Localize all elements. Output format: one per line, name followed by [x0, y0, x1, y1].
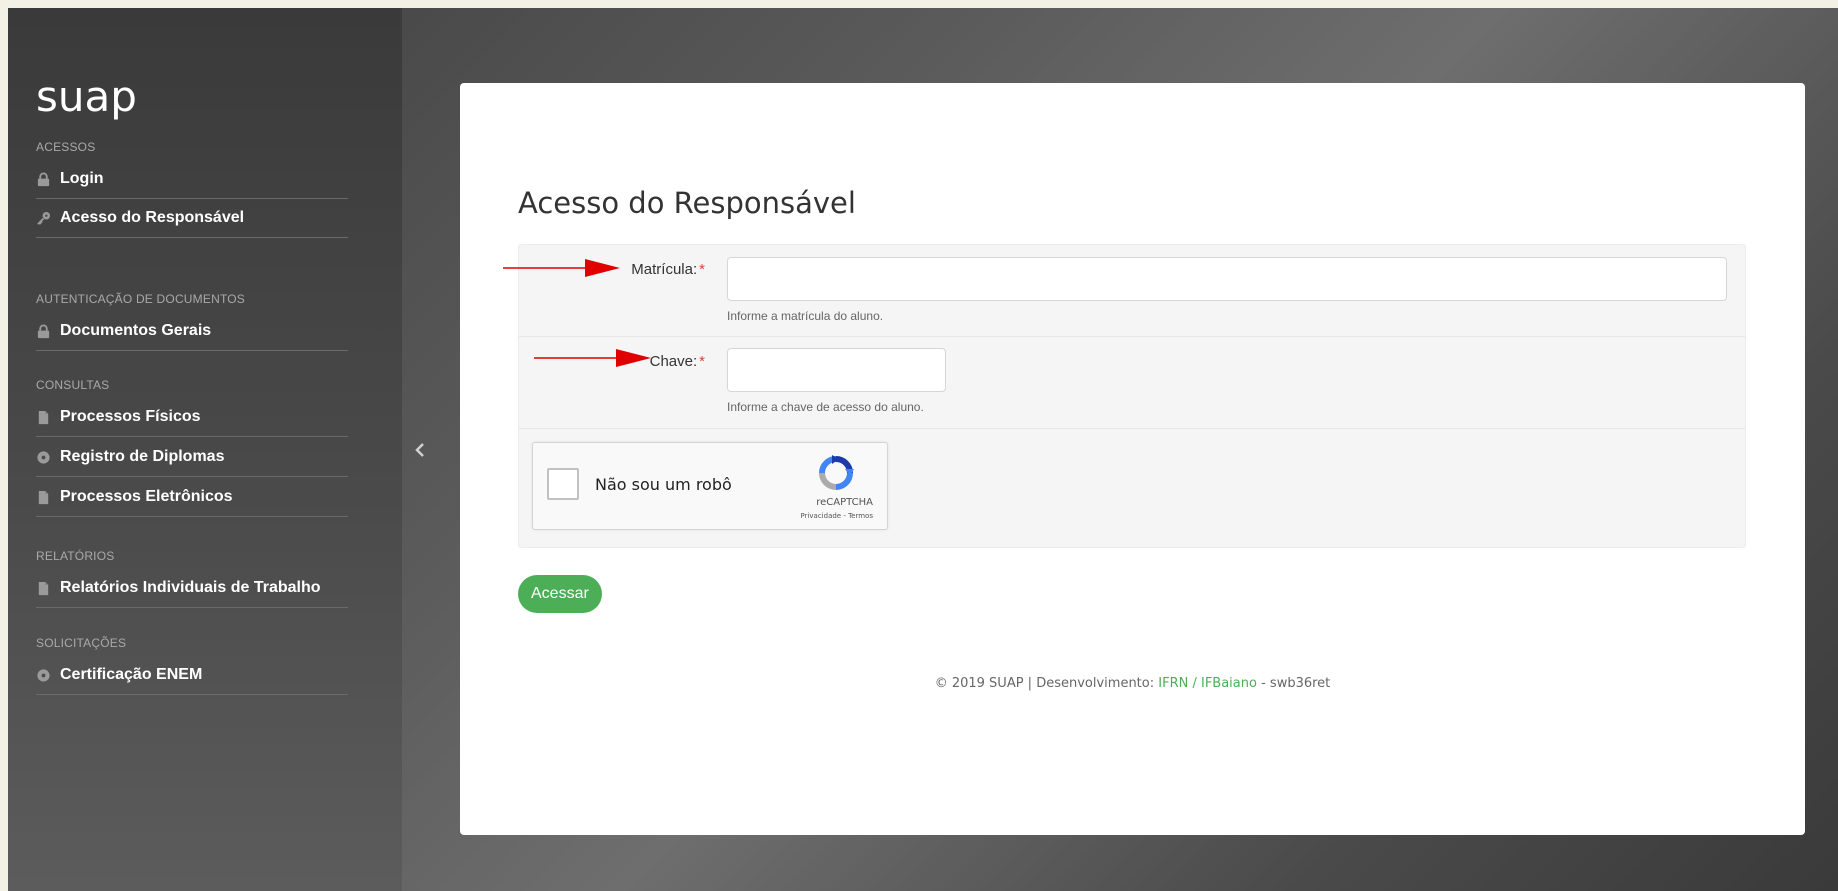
app-frame: suap ACESSOS Login Acesso do Responsável…: [8, 8, 1838, 891]
recaptcha-links[interactable]: Privacidade - Termos: [800, 512, 873, 520]
gear-icon: [36, 668, 51, 683]
sidebar-item-label: Relatórios Individuais de Trabalho: [60, 579, 321, 596]
recaptcha-brand: reCAPTCHA: [816, 497, 873, 508]
sidebar: suap ACESSOS Login Acesso do Responsável…: [8, 8, 402, 891]
annotation-arrow: [534, 349, 651, 367]
recaptcha-widget: Não sou um robô reCAPTCHA Privacidade - …: [532, 442, 888, 530]
recaptcha-checkbox[interactable]: [547, 468, 579, 500]
footer-link[interactable]: IFRN / IFBaiano: [1158, 676, 1257, 691]
sidebar-item-label: Processos Físicos: [60, 408, 201, 425]
matricula-help: Informe a matrícula do aluno.: [727, 309, 884, 323]
recaptcha-label: Não sou um robô: [595, 475, 732, 494]
sidebar-item-label: Registro de Diplomas: [60, 448, 225, 465]
chave-label: Chave: *: [649, 353, 705, 370]
footer-version: - swb36ret: [1261, 676, 1331, 691]
document-icon: [36, 581, 51, 596]
document-icon: [36, 410, 51, 425]
footer-text: © 2019 SUAP | Desenvolvimento:: [934, 676, 1155, 691]
annotation-arrow: [503, 259, 620, 277]
key-icon: [36, 211, 51, 226]
matricula-label: Matrícula: *: [631, 261, 705, 278]
chave-input[interactable]: [727, 348, 946, 392]
sidebar-item-label: Login: [60, 170, 104, 187]
sidebar-item-label: Documentos Gerais: [60, 322, 212, 339]
page-title: Acesso do Responsável: [518, 186, 856, 220]
sidebar-item-certificacao-enem[interactable]: Certificação ENEM: [36, 656, 348, 695]
sidebar-item-label: Processos Eletrônicos: [60, 488, 233, 505]
lock-icon: [36, 324, 51, 339]
sidebar-item-label: Certificação ENEM: [60, 666, 203, 683]
lock-icon: [36, 172, 51, 187]
sidebar-item-processos-eletronicos[interactable]: Processos Eletrônicos: [36, 478, 348, 517]
section-title-relatorios: RELATÓRIOS: [36, 549, 115, 563]
submit-button[interactable]: Acessar: [518, 575, 602, 613]
logo[interactable]: suap: [36, 72, 137, 121]
login-form: Matrícula: * Informe a matrícula do aluno…: [518, 244, 1746, 548]
sidebar-item-acesso-responsavel[interactable]: Acesso do Responsável: [36, 199, 348, 238]
section-title-consultas: CONSULTAS: [36, 378, 110, 392]
document-icon: [36, 490, 51, 505]
sidebar-item-login[interactable]: Login: [36, 160, 348, 199]
required-mark: *: [699, 261, 705, 278]
section-title-solicitacoes: SOLICITAÇÕES: [36, 636, 127, 650]
sidebar-item-registro-diplomas[interactable]: Registro de Diplomas: [36, 438, 348, 477]
sidebar-item-documentos-gerais[interactable]: Documentos Gerais: [36, 312, 348, 351]
section-title-acessos: ACESSOS: [36, 140, 96, 154]
sidebar-item-relatorios-individuais[interactable]: Relatórios Individuais de Trabalho: [36, 569, 348, 608]
chave-help: Informe a chave de acesso do aluno.: [727, 400, 924, 414]
section-title-autenticacao: AUTENTICAÇÃO DE DOCUMENTOS: [36, 292, 245, 306]
required-mark: *: [699, 353, 705, 370]
matricula-input[interactable]: [727, 257, 1727, 301]
main-card: Acesso do Responsável Matrícula: * Inform…: [460, 83, 1805, 835]
sidebar-item-processos-fisicos[interactable]: Processos Físicos: [36, 398, 348, 437]
chave-row: Chave: * Informe a chave de acesso do alu…: [519, 337, 1745, 429]
sidebar-item-label: Acesso do Responsável: [60, 209, 245, 226]
matricula-row: Matrícula: * Informe a matrícula do aluno…: [519, 245, 1745, 337]
recaptcha-icon: [818, 455, 854, 491]
footer: © 2019 SUAP | Desenvolvimento: IFRN / IF…: [460, 676, 1805, 691]
gear-icon: [36, 450, 51, 465]
chevron-left-icon[interactable]: [414, 441, 426, 464]
